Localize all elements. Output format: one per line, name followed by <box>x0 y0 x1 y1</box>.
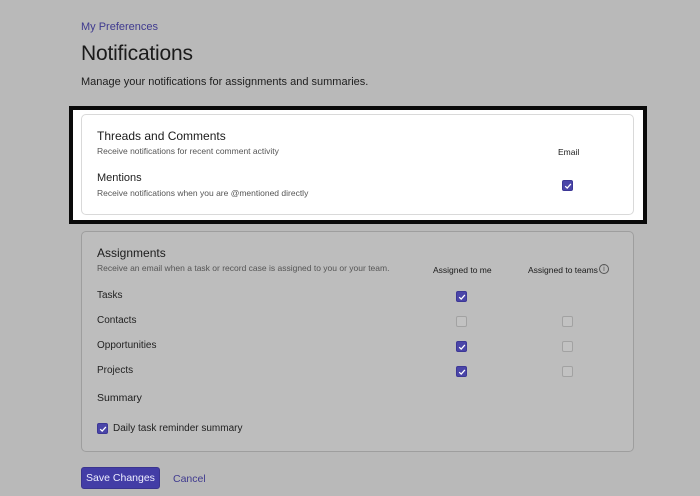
column-header-assigned-to-me: Assigned to me <box>433 265 492 275</box>
tasks-assigned-to-me-checkbox[interactable] <box>456 291 467 302</box>
contacts-assigned-to-me-checkbox[interactable] <box>456 316 467 327</box>
page-description: Manage your notifications for assignment… <box>81 76 369 88</box>
summary-title: Summary <box>97 392 142 404</box>
info-icon[interactable]: i <box>599 264 609 274</box>
check-icon <box>458 368 465 375</box>
assignments-card-subtitle: Receive an email when a task or record c… <box>97 263 390 273</box>
cancel-link[interactable]: Cancel <box>173 473 206 485</box>
mentions-label: Mentions <box>97 172 142 184</box>
daily-task-reminder-label: Daily task reminder summary <box>113 423 243 434</box>
check-icon <box>458 343 465 350</box>
page-title: Notifications <box>81 42 193 65</box>
row-label-tasks: Tasks <box>97 290 123 301</box>
breadcrumb-my-preferences[interactable]: My Preferences <box>81 21 158 33</box>
mentions-email-checkbox[interactable] <box>562 180 573 191</box>
opportunities-assigned-to-me-checkbox[interactable] <box>456 341 467 352</box>
projects-assigned-to-me-checkbox[interactable] <box>456 366 467 377</box>
contacts-assigned-to-teams-checkbox[interactable] <box>562 316 573 327</box>
row-label-contacts: Contacts <box>97 315 137 326</box>
check-icon <box>99 425 106 432</box>
opportunities-assigned-to-teams-checkbox[interactable] <box>562 341 573 352</box>
column-header-email: Email <box>558 147 580 157</box>
threads-card-title: Threads and Comments <box>97 129 226 143</box>
projects-assigned-to-teams-checkbox[interactable] <box>562 366 573 377</box>
assignments-card-title: Assignments <box>97 246 166 260</box>
row-label-projects: Projects <box>97 365 134 376</box>
check-icon <box>564 182 571 189</box>
mentions-description: Receive notifications when you are @ment… <box>97 188 309 198</box>
save-changes-button[interactable]: Save Changes <box>81 467 160 489</box>
check-icon <box>458 293 465 300</box>
row-label-opportunities: Opportunities <box>97 340 157 351</box>
column-header-assigned-to-teams: Assigned to teams <box>528 265 598 275</box>
threads-card-subtitle: Receive notifications for recent comment… <box>97 146 279 156</box>
daily-task-reminder-checkbox[interactable] <box>97 423 108 434</box>
